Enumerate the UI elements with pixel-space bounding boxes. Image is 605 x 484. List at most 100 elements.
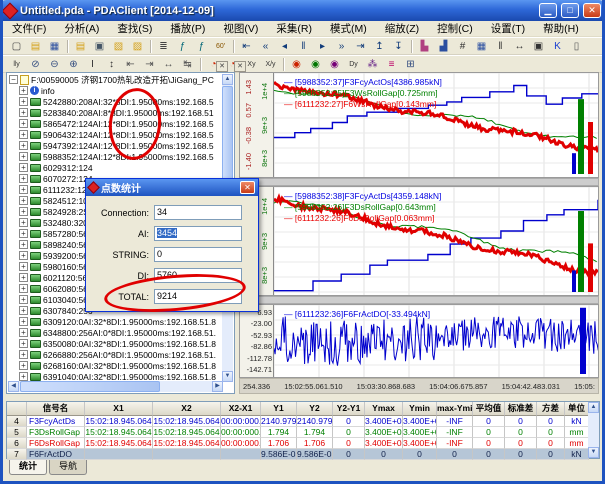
- x-per-y-icon[interactable]: X/y: [262, 57, 279, 72]
- column-header[interactable]: 方差: [537, 402, 565, 416]
- expand-icon[interactable]: +: [19, 328, 28, 337]
- save-icon[interactable]: ▦: [46, 39, 63, 54]
- expand-icon[interactable]: +: [19, 196, 28, 205]
- column-header[interactable]: X2: [153, 402, 221, 416]
- alarm-icon[interactable]: ◉: [288, 57, 305, 72]
- column-header[interactable]: Ymin: [403, 402, 437, 416]
- function-icon[interactable]: ƒ: [174, 39, 191, 54]
- pane-separator[interactable]: [239, 296, 599, 304]
- tree-item[interactable]: +5865472:124AI:12*8DI:1.95000ms:192.168.…: [8, 118, 223, 129]
- angle-icon[interactable]: 60′: [212, 39, 229, 54]
- column-header[interactable]: X1: [85, 402, 153, 416]
- stretch-icon[interactable]: ↔: [160, 57, 177, 72]
- tree-panel-close-icon[interactable]: ✕: [216, 61, 228, 72]
- fit-width-icon[interactable]: ↔: [511, 39, 528, 54]
- column-header[interactable]: Y2: [297, 402, 333, 416]
- menu-1[interactable]: 分析(A): [55, 21, 108, 36]
- zoom-out-icon[interactable]: ⊖: [46, 57, 63, 72]
- info-icon[interactable]: ◉: [326, 57, 343, 72]
- expand-icon[interactable]: +: [19, 273, 28, 282]
- cursor-pair-icon[interactable]: ‖y: [8, 57, 25, 72]
- close-button[interactable]: ✕: [583, 3, 601, 18]
- expand-icon[interactable]: +: [19, 108, 28, 117]
- scroll-right-icon[interactable]: ▶: [212, 381, 223, 392]
- new-file-icon[interactable]: ▢: [8, 39, 25, 54]
- step-up-icon[interactable]: ↥: [371, 39, 388, 54]
- column-header[interactable]: X2-X1: [221, 402, 261, 416]
- expand-icon[interactable]: +: [19, 262, 28, 271]
- table-row[interactable]: 6F6DsRollGap15:02:18.945.06415:02:18.945…: [7, 438, 599, 449]
- field-input[interactable]: 34: [154, 205, 242, 220]
- tree-item[interactable]: +5283840:208AI:8*8DI:1.95000ms:192.168.5…: [8, 107, 223, 118]
- tool-icon[interactable]: ⁂: [364, 57, 381, 72]
- field-input[interactable]: 5760: [154, 268, 242, 283]
- table-scroll-down-icon[interactable]: ▼: [588, 447, 599, 458]
- signal-list-icon[interactable]: ≣: [155, 39, 172, 54]
- expand-icon[interactable]: +: [19, 152, 28, 161]
- tree-item[interactable]: +6309120:0AI:32*8DI:1.95000ms:192.168.51…: [8, 316, 223, 327]
- expand-icon[interactable]: +: [19, 119, 28, 128]
- tree-item[interactable]: +6266880:256AI:0*8DI:1.95000ms:192.168.5…: [8, 349, 223, 360]
- zoom-in-icon[interactable]: ⊕: [65, 57, 82, 72]
- panel-icon[interactable]: ▣: [530, 39, 547, 54]
- import-folder-icon[interactable]: ▧: [110, 39, 127, 54]
- column-header[interactable]: Y1: [261, 402, 297, 416]
- table-row[interactable]: 4F3FcyActDs15:02:18.945.06415:02:18.945.…: [7, 416, 599, 427]
- expand-icon[interactable]: +: [19, 130, 28, 139]
- cursor-icon[interactable]: I: [84, 57, 101, 72]
- expand-icon[interactable]: +: [19, 361, 28, 370]
- maximize-button[interactable]: □: [561, 3, 579, 18]
- tree-item[interactable]: +5947392:124AI:12*8DI:1.95000ms:192.168.…: [8, 140, 223, 151]
- menu-0[interactable]: 文件(F): [3, 21, 55, 36]
- table-scroll-up-icon[interactable]: ▲: [588, 402, 599, 413]
- print-icon[interactable]: ▣: [91, 39, 108, 54]
- menu-4[interactable]: 视图(V): [214, 21, 267, 36]
- expand-icon[interactable]: +: [19, 185, 28, 194]
- table-scrollbar[interactable]: ▲ ▼: [588, 402, 599, 458]
- expand-vertical-icon[interactable]: ↕: [103, 57, 120, 72]
- menu-10[interactable]: 帮助(H): [534, 21, 588, 36]
- expand-icon[interactable]: +: [19, 207, 28, 216]
- expand-icon[interactable]: +: [19, 306, 28, 315]
- tree-item[interactable]: +6029312:124: [8, 162, 223, 173]
- tree-horizontal-scrollbar[interactable]: ◀ ▶: [8, 381, 223, 392]
- column-header[interactable]: max-Ymi: [437, 402, 473, 416]
- fast-forward-icon[interactable]: »: [333, 39, 350, 54]
- tree-item[interactable]: +iinfo: [8, 85, 223, 96]
- column-header[interactable]: Ymax: [365, 402, 403, 416]
- field-input[interactable]: 0: [154, 247, 242, 262]
- tree-item[interactable]: +5242880:208AI:32*8DI:1.95000ms:192.168.…: [8, 96, 223, 107]
- column-header[interactable]: 单位: [565, 402, 589, 416]
- menu-6[interactable]: 模式(M): [321, 21, 376, 36]
- trend-chart-icon[interactable]: ▙: [416, 39, 433, 54]
- collapse-icon[interactable]: −: [9, 75, 18, 84]
- scroll-up-icon[interactable]: ▲: [222, 74, 233, 85]
- minimize-button[interactable]: ▁: [539, 3, 557, 18]
- menu-2[interactable]: 查找(S): [108, 21, 161, 36]
- dy-icon[interactable]: Dy: [345, 57, 362, 72]
- table-row[interactable]: 7F6FrActDO9.586E-0399.586E-0390000000kN: [7, 449, 599, 460]
- table-view-icon[interactable]: ▦: [473, 39, 490, 54]
- step-down-icon[interactable]: ↧: [390, 39, 407, 54]
- dialog-title-bar[interactable]: 点数统计 ✕: [86, 179, 258, 196]
- scroll-left-icon[interactable]: ◀: [8, 381, 19, 392]
- scroll-down-icon[interactable]: ▼: [222, 371, 233, 382]
- field-input[interactable]: 3454: [154, 226, 242, 241]
- field-input[interactable]: 9214: [154, 289, 242, 304]
- tree-root-item[interactable]: −F:\00590005 济钢1700热轧改造开拓\JiGang_PC: [8, 74, 223, 85]
- expand-icon[interactable]: +: [19, 284, 28, 293]
- align-left-icon[interactable]: ⇤: [122, 57, 139, 72]
- title-bar[interactable]: Untitled.pda - PDAClient [2014-12-09] ▁ …: [0, 0, 605, 21]
- expand-icon[interactable]: +: [19, 240, 28, 249]
- expand-icon[interactable]: +: [19, 251, 28, 260]
- ok-icon[interactable]: ◉: [307, 57, 324, 72]
- rewind-icon[interactable]: «: [257, 39, 274, 54]
- menu-8[interactable]: 控制(C): [428, 21, 482, 36]
- marker-icon[interactable]: K: [549, 39, 566, 54]
- tree-item[interactable]: +6268160:0AI:32*8DI:1.95000ms:192.168.51…: [8, 360, 223, 371]
- expand-icon[interactable]: +: [19, 317, 28, 326]
- table-row[interactable]: 5F3DsRollGap15:02:18.945.06415:02:18.945…: [7, 427, 599, 438]
- column-header[interactable]: Y2-Y1: [333, 402, 365, 416]
- menu-9[interactable]: 设置(T): [482, 21, 534, 36]
- expand-icon[interactable]: +: [19, 372, 28, 381]
